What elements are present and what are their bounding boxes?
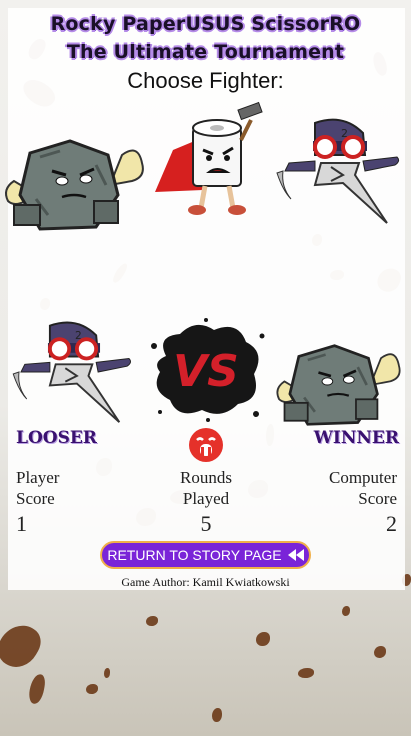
scissors-fighter-icon: 2 <box>276 118 400 224</box>
game-title-line-1: Rocky PaperUSUS ScissorRO <box>50 13 361 35</box>
computer-score-label-line-1: Computer <box>329 468 397 487</box>
double-chevron-left-icon <box>287 549 304 561</box>
computer-score-label: Computer Score <box>329 467 397 509</box>
computer-rock-icon <box>276 344 401 426</box>
player-score-label-line-2: Score <box>16 489 55 508</box>
rounds-played-label: Rounds Played <box>156 467 256 509</box>
choose-fighter-heading: Choose Fighter: <box>127 68 284 93</box>
rock-fighter-icon <box>5 139 144 231</box>
rounds-played-label-line-1: Rounds <box>180 468 232 487</box>
player-scissors-icon: 2 <box>12 321 131 423</box>
computer-status-label: WINNER <box>313 428 399 448</box>
player-score-label-line-1: Player <box>16 468 60 487</box>
rock-fighter-button[interactable] <box>0 135 150 235</box>
vs-splatter-icon: VS <box>151 318 265 422</box>
vs-splatter: VS <box>146 316 268 424</box>
svg-text:VS: VS <box>173 346 239 397</box>
return-button-label: RETURN TO STORY PAGE <box>107 547 282 563</box>
player-score-label: Player Score <box>16 467 59 509</box>
computer-choice <box>272 340 406 430</box>
player-status-label: LOOSER <box>16 428 97 448</box>
scissors-fighter-button[interactable]: 2 <box>275 115 405 227</box>
player-score-value: 1 <box>16 511 27 536</box>
rounds-played-label-line-2: Played <box>182 489 230 508</box>
paper-fighter-button[interactable] <box>153 100 263 218</box>
computer-score-value: 2 <box>386 511 397 536</box>
paper-fighter-icon <box>155 101 263 215</box>
game-author: Game Author: Kamil Kwiatkowski <box>121 575 290 589</box>
crying-face-icon <box>188 427 224 463</box>
rounds-played-value: 5 <box>200 511 212 536</box>
player-choice: 2 <box>8 318 140 426</box>
return-to-story-button[interactable]: RETURN TO STORY PAGE <box>100 541 311 569</box>
computer-score-label-line-2: Score <box>358 489 397 508</box>
game-title-line-2: The Ultimate Tournament <box>66 41 345 63</box>
